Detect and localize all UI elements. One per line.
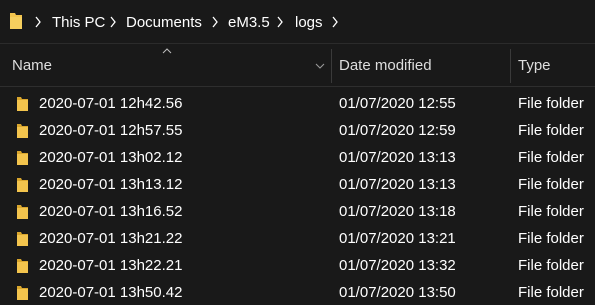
file-name: 2020-07-01 13h02.12 [39,149,183,166]
column-divider[interactable] [331,49,332,83]
file-type: File folder [518,122,584,139]
file-list: 2020-07-01 12h42.56 01/07/2020 12:55 Fil… [0,90,595,305]
sort-ascending-icon [162,48,172,54]
column-divider[interactable] [510,49,511,83]
file-date-modified: 01/07/2020 13:50 [339,284,456,301]
list-item[interactable]: 2020-07-01 13h02.12 01/07/2020 13:13 Fil… [0,144,595,171]
file-name: 2020-07-01 12h42.56 [39,95,183,112]
list-item[interactable]: 2020-07-01 13h50.42 01/07/2020 13:50 Fil… [0,279,595,305]
file-type: File folder [518,284,584,301]
folder-icon [17,286,28,300]
folder-icon [17,178,28,192]
file-type: File folder [518,257,584,274]
list-item[interactable]: 2020-07-01 13h22.21 01/07/2020 13:32 Fil… [0,252,595,279]
folder-icon [17,124,28,138]
file-name: 2020-07-01 13h50.42 [39,284,183,301]
folder-icon [17,151,28,165]
chevron-right-icon[interactable] [33,13,43,31]
file-type: File folder [518,95,584,112]
list-item[interactable]: 2020-07-01 13h16.52 01/07/2020 13:18 Fil… [0,198,595,225]
folder-icon [10,13,22,29]
file-type: File folder [518,230,584,247]
file-date-modified: 01/07/2020 13:18 [339,203,456,220]
column-header-name[interactable]: Name [12,45,52,87]
column-header-date-modified[interactable]: Date modified [339,45,432,87]
chevron-right-icon[interactable] [108,13,118,31]
list-item[interactable]: 2020-07-01 13h13.12 01/07/2020 13:13 Fil… [0,171,595,198]
breadcrumb-this-pc[interactable]: This PC [52,13,105,33]
file-date-modified: 01/07/2020 12:55 [339,95,456,112]
address-bar[interactable]: This PC Documents eM3.5 logs [0,0,595,44]
folder-icon [17,97,28,111]
file-date-modified: 01/07/2020 12:59 [339,122,456,139]
chevron-down-icon[interactable] [315,61,325,71]
breadcrumb-em35[interactable]: eM3.5 [228,13,270,33]
file-type: File folder [518,176,584,193]
file-type: File folder [518,203,584,220]
file-name: 2020-07-01 13h16.52 [39,203,183,220]
column-header-type[interactable]: Type [518,45,551,87]
chevron-right-icon[interactable] [330,13,340,31]
file-name: 2020-07-01 13h13.12 [39,176,183,193]
breadcrumb-logs[interactable]: logs [295,13,323,33]
file-name: 2020-07-01 13h22.21 [39,257,183,274]
list-item[interactable]: 2020-07-01 12h42.56 01/07/2020 12:55 Fil… [0,90,595,117]
file-type: File folder [518,149,584,166]
file-name: 2020-07-01 13h21.22 [39,230,183,247]
list-item[interactable]: 2020-07-01 12h57.55 01/07/2020 12:59 Fil… [0,117,595,144]
list-item[interactable]: 2020-07-01 13h21.22 01/07/2020 13:21 Fil… [0,225,595,252]
file-date-modified: 01/07/2020 13:13 [339,176,456,193]
chevron-right-icon[interactable] [210,13,220,31]
file-explorer-window: This PC Documents eM3.5 logs Name Date m… [0,0,595,305]
file-date-modified: 01/07/2020 13:13 [339,149,456,166]
folder-icon [17,232,28,246]
chevron-right-icon[interactable] [275,13,285,31]
column-header: Name Date modified Type [0,45,595,87]
breadcrumb-documents[interactable]: Documents [126,13,202,33]
folder-icon [17,259,28,273]
file-name: 2020-07-01 12h57.55 [39,122,183,139]
folder-icon [17,205,28,219]
file-date-modified: 01/07/2020 13:32 [339,257,456,274]
file-date-modified: 01/07/2020 13:21 [339,230,456,247]
